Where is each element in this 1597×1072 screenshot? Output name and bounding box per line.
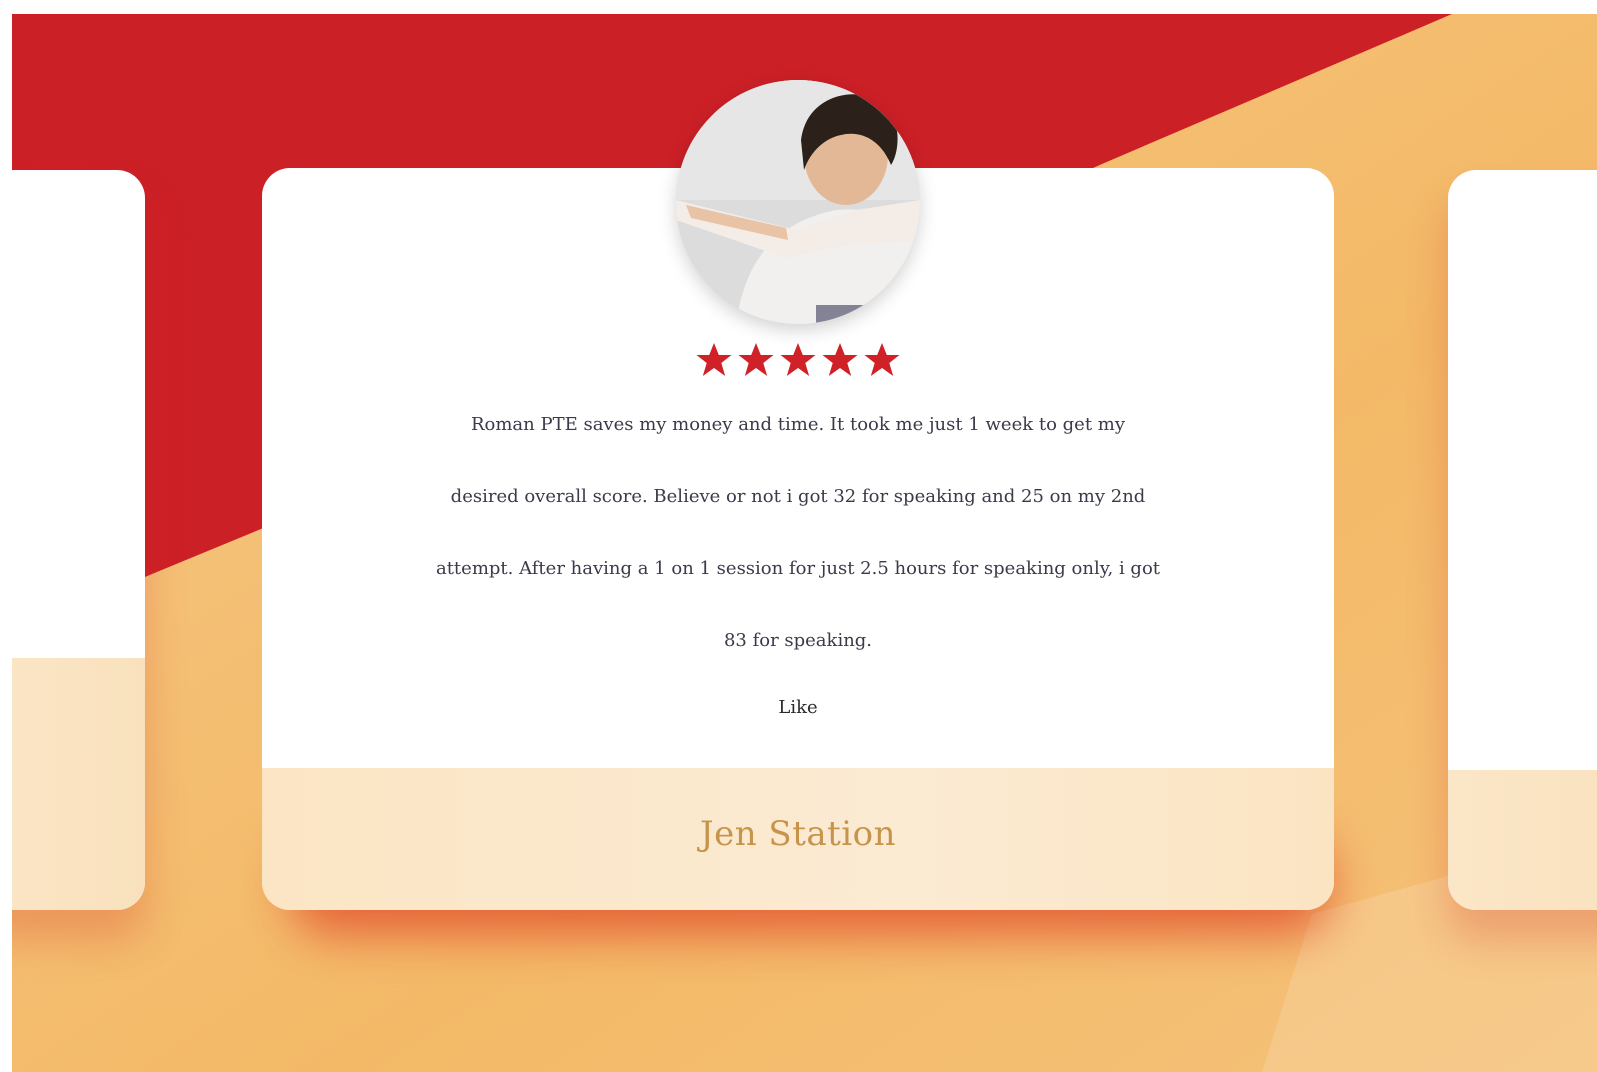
star-icon (696, 343, 732, 376)
review-text: Roman PTE saves my money and time. It to… (392, 404, 1204, 692)
star-icon (780, 343, 816, 376)
like-link[interactable]: Like (748, 697, 848, 718)
review-line: desired overall score. Believe or not i … (450, 486, 1146, 507)
star-icon (864, 343, 900, 376)
reviewer-name: Jen Station (699, 814, 897, 854)
star-icon (822, 343, 858, 376)
star-icon (738, 343, 774, 376)
previous-testimonial-card[interactable] (12, 170, 145, 910)
review-line: Roman PTE saves my money and time. It to… (470, 414, 1126, 435)
next-testimonial-card[interactable] (1448, 170, 1597, 910)
next-card-footer (1448, 770, 1597, 910)
review-line: 83 for speaking. (723, 630, 873, 651)
testimonial-carousel: Jen Station Roman PTE saves my money and… (12, 14, 1597, 1072)
reviewer-avatar (676, 80, 920, 324)
rating-stars (686, 340, 910, 380)
card-footer: Jen Station (262, 768, 1334, 910)
review-line: attempt. After having a 1 on 1 session f… (435, 558, 1161, 579)
previous-card-footer (12, 658, 145, 910)
